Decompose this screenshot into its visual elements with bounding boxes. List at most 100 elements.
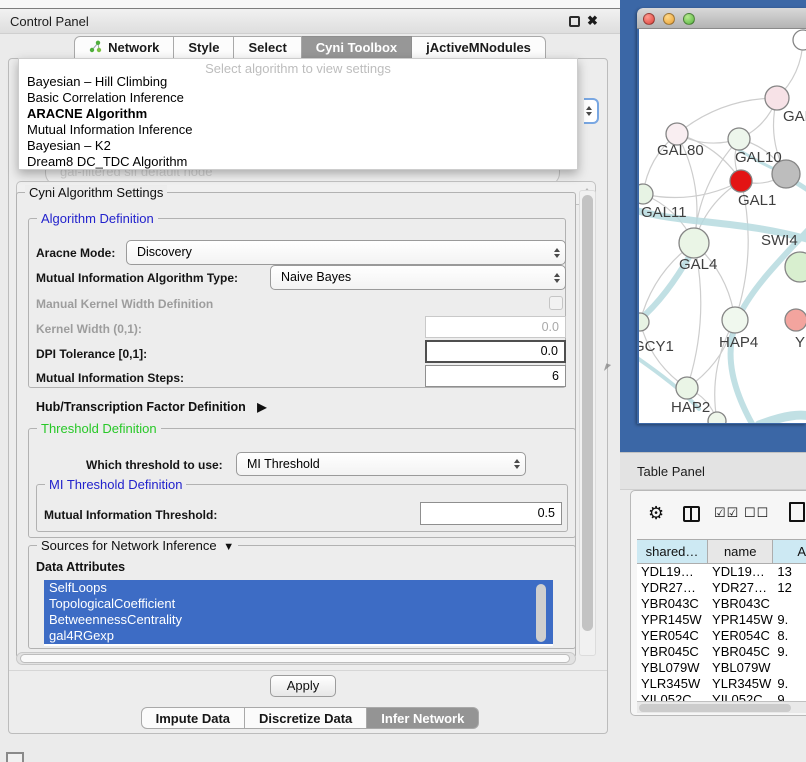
data-attribute-item[interactable]: gal4RGexp [44, 628, 553, 644]
divider [9, 670, 607, 671]
settings-vertical-scrollbar[interactable] [579, 190, 596, 656]
network-node[interactable] [679, 228, 709, 258]
algorithm-option[interactable]: Bayesian – K2 [19, 138, 577, 154]
algorithm-option[interactable]: ARACNE Algorithm [19, 106, 577, 122]
algorithm-option[interactable]: Basic Correlation Inference [19, 90, 577, 106]
table-cell: 8. [773, 628, 806, 644]
table-row[interactable]: YIL052CYIL052C9. [637, 692, 806, 701]
control-panel-tabs: Network Style Select Cyni Toolbox jActiv… [0, 36, 620, 59]
algorithm-definition-title: Algorithm Definition [37, 211, 158, 226]
table-cell: YDR27… [708, 580, 773, 596]
hub-definition-label: Hub/Transcription Factor Definition [36, 400, 246, 414]
tab-cyni-toolbox[interactable]: Cyni Toolbox [302, 36, 412, 59]
table-row[interactable]: YLR345WYLR345W9. [637, 676, 806, 692]
network-node[interactable] [765, 86, 789, 110]
algorithm-option[interactable]: Bayesian – Hill Climbing [19, 74, 577, 90]
table-cell: 12 [773, 580, 806, 596]
table-cell: YLR345W [637, 676, 708, 692]
close-traffic-light[interactable] [643, 13, 655, 25]
data-attributes-list[interactable]: SelfLoopsTopologicalCoefficientBetweenne… [44, 580, 553, 646]
settings-group-title: Cyni Algorithm Settings [25, 185, 167, 200]
table-cell: 13 [773, 564, 806, 580]
mi-algorithm-type-value: Naive Bayes [281, 270, 351, 284]
table-row[interactable]: YDL19…YDL19…13 [637, 564, 806, 580]
tab-discretize-data[interactable]: Discretize Data [245, 707, 367, 729]
split-columns-icon[interactable] [683, 506, 700, 522]
table-column-header[interactable]: name [708, 540, 773, 563]
network-node[interactable] [785, 309, 806, 331]
document-icon[interactable] [789, 502, 805, 522]
network-node[interactable] [785, 252, 806, 282]
table-rows: YDL19…YDL19…13YDR27…YDR27…12YBR043CYBR04… [637, 564, 806, 701]
tab-network[interactable]: Network [74, 36, 174, 59]
table-row[interactable]: YPR145WYPR145W9. [637, 612, 806, 628]
focused-combo-fragment[interactable] [584, 98, 599, 124]
sources-title-text: Sources for Network Inference [41, 538, 217, 553]
network-graph: GALGAL80GAL10GAL1GAL11SWI4GAL4GCY1HAP4YH… [639, 29, 806, 423]
control-panel-title: Control Panel [10, 14, 89, 29]
select-all-icon[interactable]: ☑☑ [714, 505, 739, 521]
dpi-tolerance-input[interactable]: 0.0 [425, 340, 566, 363]
network-node[interactable] [722, 307, 748, 333]
apply-button[interactable]: Apply [270, 675, 336, 697]
tab-select[interactable]: Select [234, 36, 301, 59]
network-node[interactable] [676, 377, 698, 399]
data-attribute-item[interactable]: SelfLoops [44, 580, 553, 596]
attributes-scrollbar-thumb[interactable] [536, 584, 546, 642]
network-node[interactable] [793, 30, 806, 50]
algorithm-option[interactable]: Dream8 DC_TDC Algorithm [19, 154, 577, 170]
network-canvas[interactable]: GALGAL80GAL10GAL1GAL11SWI4GAL4GCY1HAP4YH… [639, 29, 806, 423]
table-horizontal-scrollbar[interactable] [637, 701, 806, 713]
table-row[interactable]: YBL079WYBL079W [637, 660, 806, 676]
table-row[interactable]: YER054CYER054C8. [637, 628, 806, 644]
mi-threshold-input[interactable]: 0.5 [420, 502, 562, 525]
data-attribute-item[interactable]: BetweennessCentrality [44, 612, 553, 628]
table-horizontal-scrollbar-thumb[interactable] [639, 704, 791, 712]
float-window-icon[interactable] [569, 16, 580, 27]
data-attribute-item[interactable]: TopologicalCoefficient [44, 596, 553, 612]
network-node[interactable] [639, 184, 653, 204]
manual-kernel-width-checkbox[interactable] [549, 296, 563, 310]
stepper-arrows-icon [554, 273, 560, 283]
network-node[interactable] [730, 170, 752, 192]
settings-vertical-scrollbar-thumb[interactable] [582, 195, 593, 631]
which-threshold-select[interactable]: MI Threshold [236, 452, 526, 476]
table-column-header[interactable]: shared… [637, 540, 708, 563]
deselect-all-icon[interactable]: ☐☐ [744, 505, 769, 521]
algorithm-option[interactable]: Mutual Information Inference [19, 122, 577, 138]
collapsed-panel-grip[interactable] [6, 752, 24, 762]
hub-definition-toggle[interactable]: Hub/Transcription Factor Definition ▶ [36, 400, 266, 414]
settings-gear-icon[interactable]: ⚙ [648, 503, 664, 524]
tab-jactivemnodules[interactable]: jActiveMNodules [412, 36, 546, 59]
data-attributes-label: Data Attributes [36, 560, 125, 574]
table-row[interactable]: YBR045CYBR045C9. [637, 644, 806, 660]
tab-style[interactable]: Style [174, 36, 234, 59]
table-row[interactable]: YDR27…YDR27…12 [637, 580, 806, 596]
network-node[interactable] [708, 412, 726, 423]
table-row[interactable]: YBR043CYBR043C [637, 596, 806, 612]
network-node-label: GAL11 [641, 204, 687, 221]
close-icon[interactable]: ✖ [587, 13, 598, 29]
mi-threshold-label: Mutual Information Threshold: [44, 508, 217, 522]
kernel-width-input[interactable]: 0.0 [425, 316, 566, 338]
network-window-titlebar[interactable] [637, 8, 806, 29]
table-column-header[interactable]: A [773, 540, 806, 563]
zoom-traffic-light[interactable] [683, 13, 695, 25]
chevron-down-icon[interactable]: ▼ [220, 541, 234, 553]
minimize-traffic-light[interactable] [663, 13, 675, 25]
table-cell: 9. [773, 676, 806, 692]
kernel-width-label: Kernel Width (0,1): [36, 322, 142, 336]
tab-infer-network[interactable]: Infer Network [367, 707, 479, 729]
mi-algorithm-type-select[interactable]: Naive Bayes [270, 265, 566, 290]
network-thick-edges [639, 150, 806, 423]
settings-horizontal-scrollbar[interactable] [16, 652, 576, 665]
mi-steps-input[interactable]: 6 [425, 365, 566, 387]
table-cell: YDL19… [637, 564, 708, 580]
aracne-mode-select[interactable]: Discovery [126, 240, 566, 265]
network-node[interactable] [728, 128, 750, 150]
network-node-label: GAL1 [738, 192, 776, 209]
settings-horizontal-scrollbar-thumb[interactable] [20, 654, 570, 663]
network-node-label: HAP2 [671, 399, 710, 416]
mi-threshold-definition-title: MI Threshold Definition [45, 477, 186, 492]
tab-impute-data[interactable]: Impute Data [141, 707, 245, 729]
